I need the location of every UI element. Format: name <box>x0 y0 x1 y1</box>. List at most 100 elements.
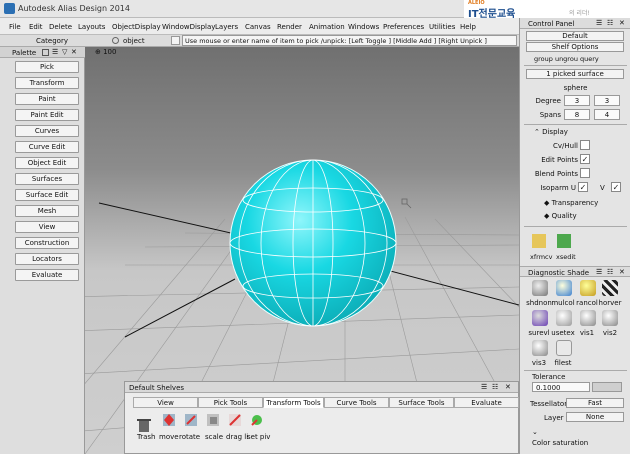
drag-icon[interactable] <box>227 412 243 428</box>
tab-pick-tools[interactable]: Pick Tools <box>198 397 263 408</box>
menu-canvas[interactable]: Canvas <box>245 23 271 31</box>
diagnostic-shade-title: Diagnostic Shade <box>528 269 590 277</box>
palette-surfaces-button[interactable]: Surfaces <box>15 173 79 185</box>
palette-menu-icon[interactable] <box>42 49 49 56</box>
palette-paint-edit-button[interactable]: Paint Edit <box>15 109 79 121</box>
pin-icon[interactable] <box>249 412 265 428</box>
palette-surface-edit-button[interactable]: Surface Edit <box>15 189 79 201</box>
blendpoints-checkbox[interactable] <box>580 168 590 178</box>
xfrmcv-icon[interactable] <box>532 234 546 248</box>
palette-options-icon[interactable]: ☰ <box>52 48 58 56</box>
trash-icon[interactable] <box>136 418 152 432</box>
menu-layers[interactable]: Layers <box>215 23 238 31</box>
tab-evaluate[interactable]: Evaluate <box>454 397 519 408</box>
tab-curve-tools[interactable]: Curve Tools <box>324 397 389 408</box>
palette-curve-edit-button[interactable]: Curve Edit <box>15 141 79 153</box>
filest-icon[interactable] <box>556 340 572 356</box>
tolerance-slider[interactable] <box>592 382 622 392</box>
move-icon[interactable] <box>161 412 177 428</box>
tab-transform-tools[interactable]: Transform Tools <box>263 397 324 408</box>
menu-file[interactable]: File <box>9 23 21 31</box>
close-icon[interactable]: ✕ <box>71 48 77 56</box>
tab-view[interactable]: View <box>133 397 198 408</box>
tessellator-dropdown[interactable]: Fast <box>566 398 624 408</box>
rotate-label: rotate <box>179 433 201 441</box>
cvhull-label: Cv/Hull <box>553 142 578 150</box>
scale-icon[interactable] <box>205 412 221 428</box>
control-panel-menu-icon[interactable]: ☷ <box>607 19 613 27</box>
prompt-icon[interactable] <box>171 36 180 45</box>
control-panel-options-icon[interactable]: ☰ <box>596 19 602 27</box>
menu-render[interactable]: Render <box>277 23 302 31</box>
palette-locators-button[interactable]: Locators <box>15 253 79 265</box>
vis1-icon[interactable] <box>580 310 596 326</box>
palette-paint-button[interactable]: Paint <box>15 93 79 105</box>
window-title: Autodesk Alias Design 2014 <box>18 4 130 13</box>
diagnostic-shade-header: Diagnostic Shade ☰ ☷ ✕ <box>520 266 630 277</box>
spans-u-field[interactable]: 8 <box>564 109 590 120</box>
close-icon[interactable]: ✕ <box>505 383 511 391</box>
diagnostic-menu-icon[interactable]: ☷ <box>607 268 613 276</box>
divider <box>524 370 627 371</box>
palette-transform-button[interactable]: Transform <box>15 77 79 89</box>
rotate-icon[interactable] <box>183 412 199 428</box>
horver-icon[interactable] <box>602 280 618 296</box>
palette-curves-button[interactable]: Curves <box>15 125 79 137</box>
checkmark-icon: ✓ <box>612 183 620 192</box>
filest-label: filest <box>554 359 572 367</box>
transparency-section[interactable]: ◆ Transparency <box>544 199 598 207</box>
menu-preferences[interactable]: Preferences <box>383 23 424 31</box>
diagnostic-options-icon[interactable]: ☰ <box>596 268 602 276</box>
surevl-icon[interactable] <box>532 310 548 326</box>
menu-windowdisplay[interactable]: WindowDisplay <box>162 23 215 31</box>
blendpoints-label: Blend Points <box>534 170 578 178</box>
shelf-options-dropdown[interactable]: Shelf Options <box>526 42 624 52</box>
palette-collapse-icon[interactable]: ▽ <box>62 48 67 56</box>
shelves-options-icon[interactable]: ☰ <box>481 383 487 391</box>
preset-dropdown[interactable]: Default <box>526 31 624 41</box>
vis3-icon[interactable] <box>532 340 548 356</box>
tab-surface-tools[interactable]: Surface Tools <box>389 397 454 408</box>
usetex-icon[interactable] <box>556 310 572 326</box>
menu-objectdisplay[interactable]: ObjectDisplay <box>112 23 161 31</box>
palette-evaluate-button[interactable]: Evaluate <box>15 269 79 281</box>
degree-v-field[interactable]: 3 <box>594 95 620 106</box>
picked-object-dropdown[interactable]: 1 picked surface <box>526 69 624 79</box>
degree-u-field[interactable]: 3 <box>564 95 590 106</box>
palette-view-button[interactable]: View <box>15 221 79 233</box>
rancol-icon[interactable] <box>580 280 596 296</box>
quality-section[interactable]: ◆ Quality <box>544 212 577 220</box>
menu-help[interactable]: Help <box>460 23 476 31</box>
menu-animation[interactable]: Animation <box>309 23 345 31</box>
palette-object-edit-button[interactable]: Object Edit <box>15 157 79 169</box>
tolerance-field[interactable]: 0.1000 <box>532 382 590 392</box>
isoparm-v-checkbox[interactable]: ✓ <box>611 182 621 192</box>
palette-construction-button[interactable]: Construction <box>15 237 79 249</box>
palette-mesh-button[interactable]: Mesh <box>15 205 79 217</box>
spans-label: Spans <box>539 111 561 119</box>
palette-pick-button[interactable]: Pick <box>15 61 79 73</box>
menu-utilities[interactable]: Utilities <box>429 23 455 31</box>
group-buttons[interactable]: group ungrou query <box>534 55 599 63</box>
dropdown-arrow-icon[interactable]: ⌄ <box>532 428 538 436</box>
spans-v-field[interactable]: 4 <box>594 109 620 120</box>
menu-layouts[interactable]: Layouts <box>78 23 105 31</box>
prompt-line[interactable]: Use mouse or enter name of item to pick … <box>182 35 517 46</box>
brand-tagline: 의 리더! <box>569 10 590 17</box>
display-section[interactable]: ⌃ Display <box>534 128 568 136</box>
isoparm-u-checkbox[interactable]: ✓ <box>578 182 588 192</box>
mulcol-icon[interactable] <box>556 280 572 296</box>
sphere-shade-icon[interactable] <box>532 280 548 296</box>
menu-windows[interactable]: Windows <box>348 23 379 31</box>
layer-dropdown[interactable]: None <box>566 412 624 422</box>
menu-delete[interactable]: Delete <box>49 23 72 31</box>
cvhull-checkbox[interactable] <box>580 140 590 150</box>
xsedit-icon[interactable] <box>557 234 571 248</box>
object-radio-icon[interactable] <box>112 37 119 44</box>
shelves-menu-icon[interactable]: ☷ <box>492 383 498 391</box>
close-icon[interactable]: ✕ <box>619 268 625 276</box>
menu-edit[interactable]: Edit <box>29 23 43 31</box>
vis2-icon[interactable] <box>602 310 618 326</box>
editpoints-checkbox[interactable]: ✓ <box>580 154 590 164</box>
close-icon[interactable]: ✕ <box>619 19 625 27</box>
